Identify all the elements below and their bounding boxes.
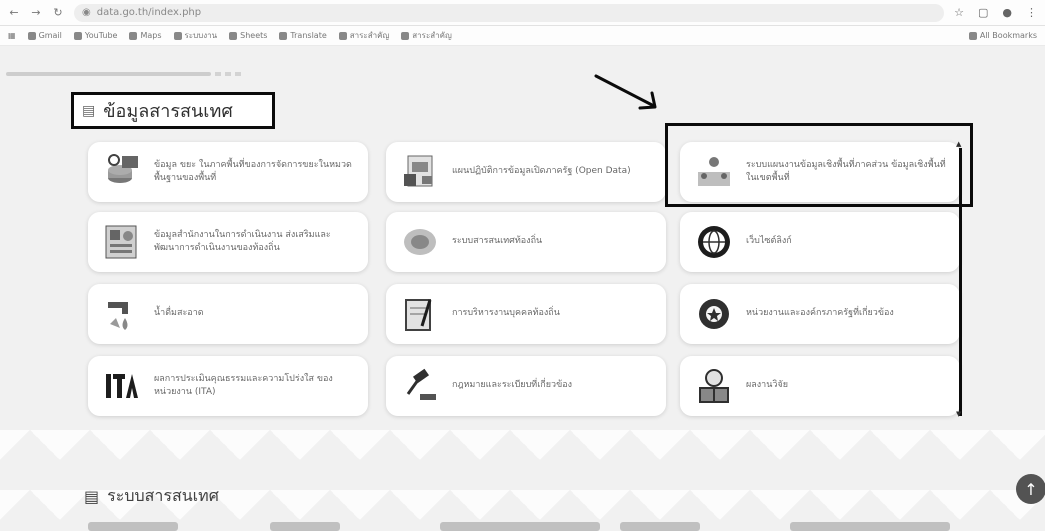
- bookmark-item[interactable]: สาระสำคัญ: [338, 29, 389, 42]
- lower-card-preview[interactable]: [270, 522, 340, 531]
- lower-card-preview[interactable]: [790, 522, 950, 531]
- lightbulb-book-icon: [694, 366, 734, 406]
- bookmark-icon: [338, 31, 347, 40]
- section-title-text: ข้อมูลสารสนเทศ: [103, 101, 233, 122]
- bookmark-icon: [401, 31, 410, 40]
- lower-section-title: ▤ ระบบสารสนเทศ: [84, 484, 219, 509]
- bookmark-item[interactable]: สาระสำคัญ: [401, 29, 452, 42]
- people-map-icon: [694, 152, 734, 192]
- card-label: ข้อมูลสำนักงานในการดำเนินงาน ส่งเสริมและ…: [154, 229, 331, 254]
- emblem-icon: [400, 222, 440, 262]
- section-title: ▤ ข้อมูลสารสนเทศ: [71, 92, 275, 129]
- card-label: แผนปฏิบัติการข้อมูลเปิดภาครัฐ (Open Data…: [452, 166, 631, 177]
- database-chart-icon: [102, 152, 142, 192]
- card-label: ผลงานวิจัย: [746, 380, 788, 391]
- card-laws-regulations[interactable]: กฎหมายและระเบียบที่เกี่ยวข้อง: [386, 356, 666, 416]
- breadcrumb-separator: [225, 72, 231, 76]
- card-label: เว็บไซต์ลิงก์: [746, 236, 792, 247]
- card-research[interactable]: ผลงานวิจัย: [680, 356, 960, 416]
- annotation-arrow-icon: [594, 74, 657, 110]
- bookmarks-bar: ▦ Gmail YouTube Maps ระบบงาน Sheets Tran…: [0, 26, 1045, 46]
- card-personnel[interactable]: การบริหารงานบุคคลท้องถิ่น: [386, 284, 666, 344]
- site-info-icon[interactable]: ◉: [82, 7, 91, 18]
- card-local-info[interactable]: ระบบสารสนเทศท้องถิ่น: [386, 212, 666, 272]
- all-bookmarks[interactable]: All Bookmarks: [968, 31, 1037, 40]
- bookmark-icon: [73, 31, 82, 40]
- list-icon: ▤: [84, 487, 100, 506]
- card-website-links[interactable]: เว็บไซต์ลิงก์: [680, 212, 960, 272]
- browser-toolbar: ← → ↻ ◉ data.go.th/index.php ☆ ▢ ● ⋮: [0, 0, 1045, 26]
- reload-icon[interactable]: ↻: [52, 6, 64, 19]
- list-icon: ▤: [82, 102, 96, 119]
- lower-section-background: [0, 430, 1045, 531]
- bookmark-icon: [173, 31, 182, 40]
- lower-section-title-text: ระบบสารสนเทศ: [107, 486, 219, 505]
- document-pen-icon: [400, 294, 440, 334]
- breadcrumb: [6, 70, 261, 78]
- address-text: data.go.th/index.php: [96, 7, 202, 18]
- bookmark-item[interactable]: Sheets: [229, 31, 267, 40]
- lower-card-preview[interactable]: [620, 522, 700, 531]
- breadcrumb-separator: [215, 72, 221, 76]
- bookmark-item[interactable]: ระบบงาน: [173, 29, 217, 42]
- bookmark-icon: [229, 31, 238, 40]
- lower-card-preview[interactable]: [88, 522, 178, 531]
- report-chart-icon: [102, 222, 142, 262]
- address-bar[interactable]: ◉ data.go.th/index.php: [74, 3, 944, 22]
- card-label: น้ำดื่มสะอาด: [154, 308, 204, 319]
- card-label: การบริหารงานบุคคลท้องถิ่น: [452, 308, 560, 319]
- scrollbar-track[interactable]: [959, 148, 962, 416]
- bookmark-item[interactable]: Gmail: [27, 31, 62, 40]
- folder-icon: [968, 31, 977, 40]
- breadcrumb-path[interactable]: [6, 72, 211, 76]
- bookmark-item[interactable]: Maps: [129, 31, 162, 40]
- lower-card-preview[interactable]: [440, 522, 600, 531]
- scroll-up-icon[interactable]: ▲: [956, 140, 961, 148]
- card-label: ผลการประเมินคุณธรรมและความโปร่งใส ของหน่…: [154, 373, 333, 398]
- extensions-icon[interactable]: ▢: [978, 6, 988, 19]
- card-office-data[interactable]: ข้อมูลสำนักงานในการดำเนินงาน ส่งเสริมและ…: [88, 212, 368, 272]
- forward-icon[interactable]: →: [30, 6, 42, 19]
- profile-icon[interactable]: ●: [1002, 6, 1012, 19]
- globe-icon: [694, 222, 734, 262]
- water-tap-icon: [102, 294, 142, 334]
- card-ita[interactable]: ผลการประเมินคุณธรรมและความโปร่งใส ของหน่…: [88, 356, 368, 416]
- card-label: หน่วยงานและองค์กรภาครัฐที่เกี่ยวข้อง: [746, 308, 894, 319]
- scroll-down-icon[interactable]: ▼: [956, 410, 961, 418]
- card-spatial-data[interactable]: ระบบแผนงานข้อมูลเชิงพื้นที่ภาคส่วน ข้อมู…: [680, 142, 960, 202]
- document-lock-icon: [400, 152, 440, 192]
- breadcrumb-separator: [235, 72, 241, 76]
- menu-icon[interactable]: ⋮: [1026, 6, 1037, 19]
- scroll-to-top-button[interactable]: ↑: [1016, 474, 1045, 504]
- card-government-agencies[interactable]: หน่วยงานและองค์กรภาครัฐที่เกี่ยวข้อง: [680, 284, 960, 344]
- back-icon[interactable]: ←: [8, 6, 20, 19]
- bookmark-icon: [279, 31, 288, 40]
- bookmark-icon: [129, 31, 138, 40]
- badge-star-icon: [694, 294, 734, 334]
- card-label: กฎหมายและระเบียบที่เกี่ยวข้อง: [452, 380, 573, 391]
- card-waste-data[interactable]: ข้อมูล ขยะ ในภาคพื้นที่ของการจัดการขยะใน…: [88, 142, 368, 202]
- bookmark-item[interactable]: YouTube: [73, 31, 117, 40]
- apps-icon[interactable]: ▦: [8, 31, 16, 40]
- ita-logo-icon: [102, 366, 142, 406]
- card-open-data-plan[interactable]: แผนปฏิบัติการข้อมูลเปิดภาครัฐ (Open Data…: [386, 142, 666, 202]
- card-label: ข้อมูล ขยะ ในภาคพื้นที่ของการจัดการขยะใน…: [154, 159, 352, 184]
- gavel-icon: [400, 366, 440, 406]
- bookmark-item[interactable]: Translate: [279, 31, 327, 40]
- card-label: ระบบสารสนเทศท้องถิ่น: [452, 236, 543, 247]
- bookmark-icon: [27, 31, 36, 40]
- card-clean-water[interactable]: น้ำดื่มสะอาด: [88, 284, 368, 344]
- card-label: ระบบแผนงานข้อมูลเชิงพื้นที่ภาคส่วน ข้อมู…: [746, 159, 946, 184]
- bookmark-star-icon[interactable]: ☆: [954, 6, 964, 19]
